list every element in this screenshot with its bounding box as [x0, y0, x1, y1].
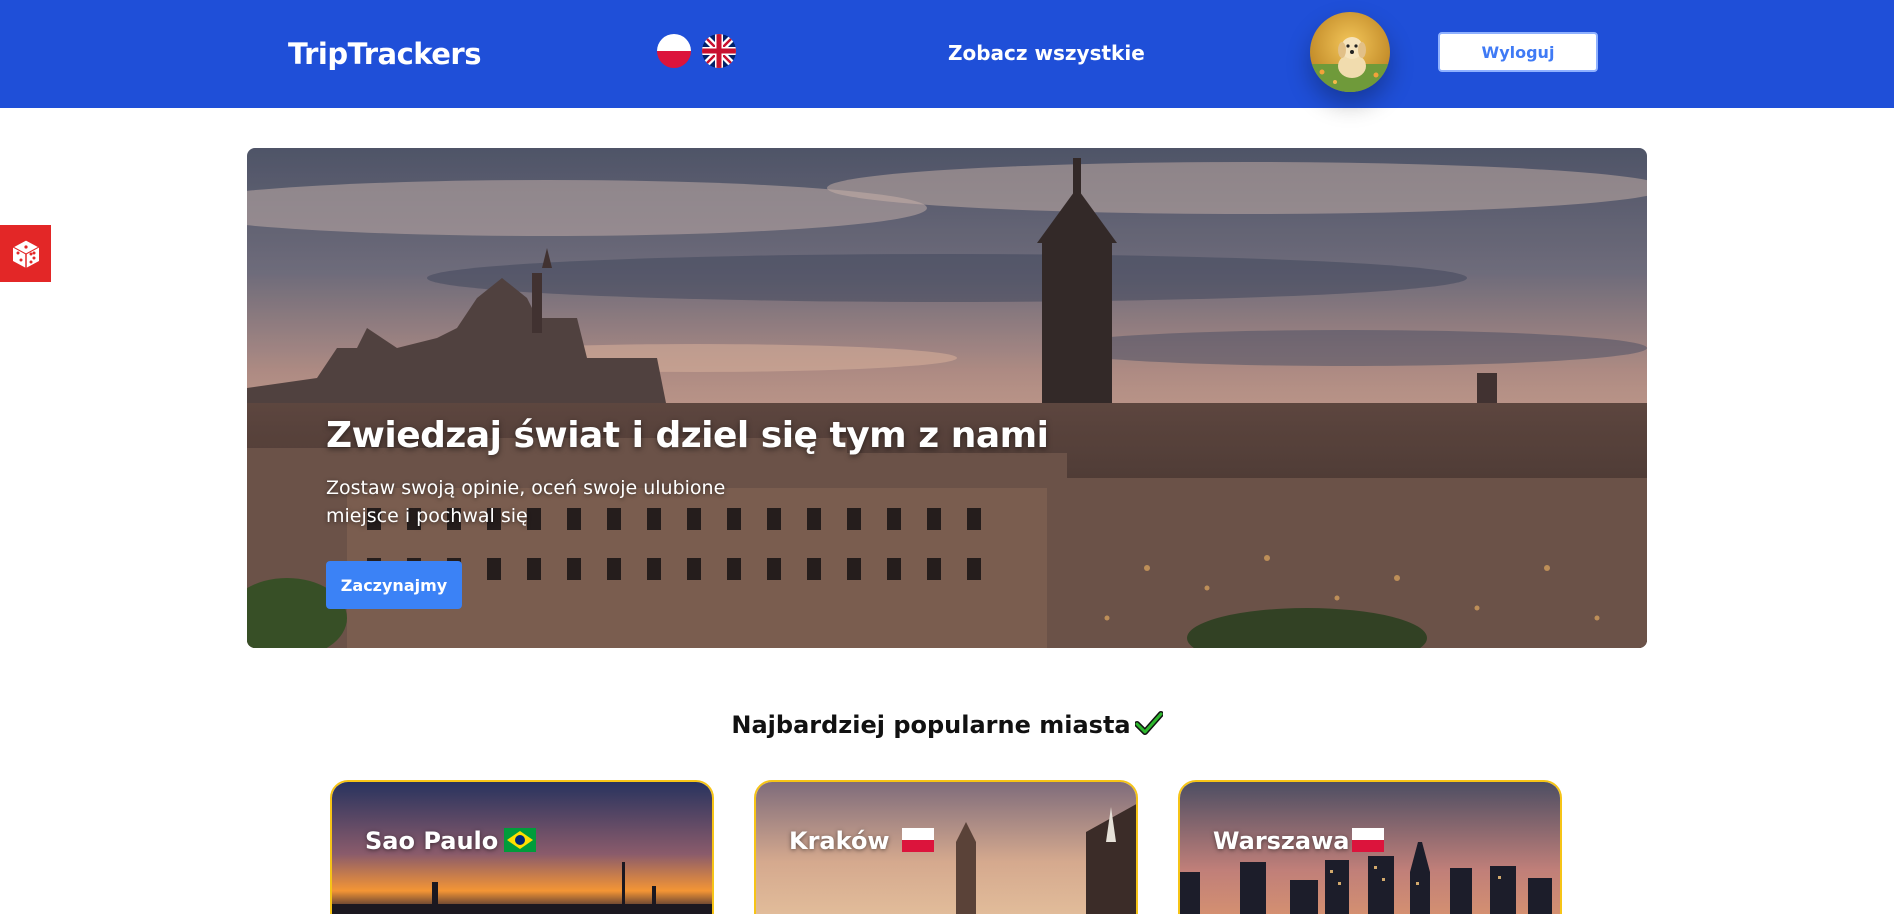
poland-flag-icon — [657, 34, 691, 68]
hero-title: Zwiedzaj świat i dziel się tym z nami — [326, 415, 1049, 456]
top-navbar: TripTrackers Zobacz wszystkie Wyloguj — [0, 0, 1894, 108]
user-avatar[interactable] — [1310, 12, 1390, 92]
check-mark-icon — [1133, 710, 1164, 742]
popular-cities-title: Najbardziej popularne miasta — [731, 711, 1131, 739]
dice-icon — [11, 238, 40, 268]
brand-logo-text[interactable]: TripTrackers — [288, 37, 482, 71]
dog-avatar-image — [1310, 12, 1390, 92]
city-card-warszawa[interactable]: Warszawa — [1178, 780, 1562, 914]
logout-button[interactable]: Wyloguj — [1438, 32, 1598, 72]
city-card-sao-paulo[interactable]: Sao Paulo — [330, 780, 714, 914]
get-started-button[interactable]: Zaczynajmy — [326, 561, 462, 609]
uk-flag-icon — [702, 34, 736, 68]
brazil-flag-icon — [504, 828, 536, 852]
popular-cities-heading: Najbardziej popularne miasta — [0, 710, 1894, 742]
random-dice-button[interactable] — [0, 225, 51, 282]
city-name: Kraków — [789, 827, 890, 855]
city-name: Warszawa — [1213, 827, 1350, 855]
city-name: Sao Paulo — [365, 827, 499, 855]
poland-flag-icon — [1352, 828, 1384, 852]
see-all-link[interactable]: Zobacz wszystkie — [948, 41, 1145, 65]
hero-banner: Zwiedzaj świat i dziel się tym z nami Zo… — [247, 148, 1647, 648]
hero-subtitle: Zostaw swoją opinie, oceń swoje ulubione… — [326, 477, 726, 527]
language-english-button[interactable] — [702, 34, 736, 68]
city-card-krakow[interactable]: Kraków — [754, 780, 1138, 914]
language-polish-button[interactable] — [657, 34, 691, 68]
poland-flag-icon — [902, 828, 934, 852]
